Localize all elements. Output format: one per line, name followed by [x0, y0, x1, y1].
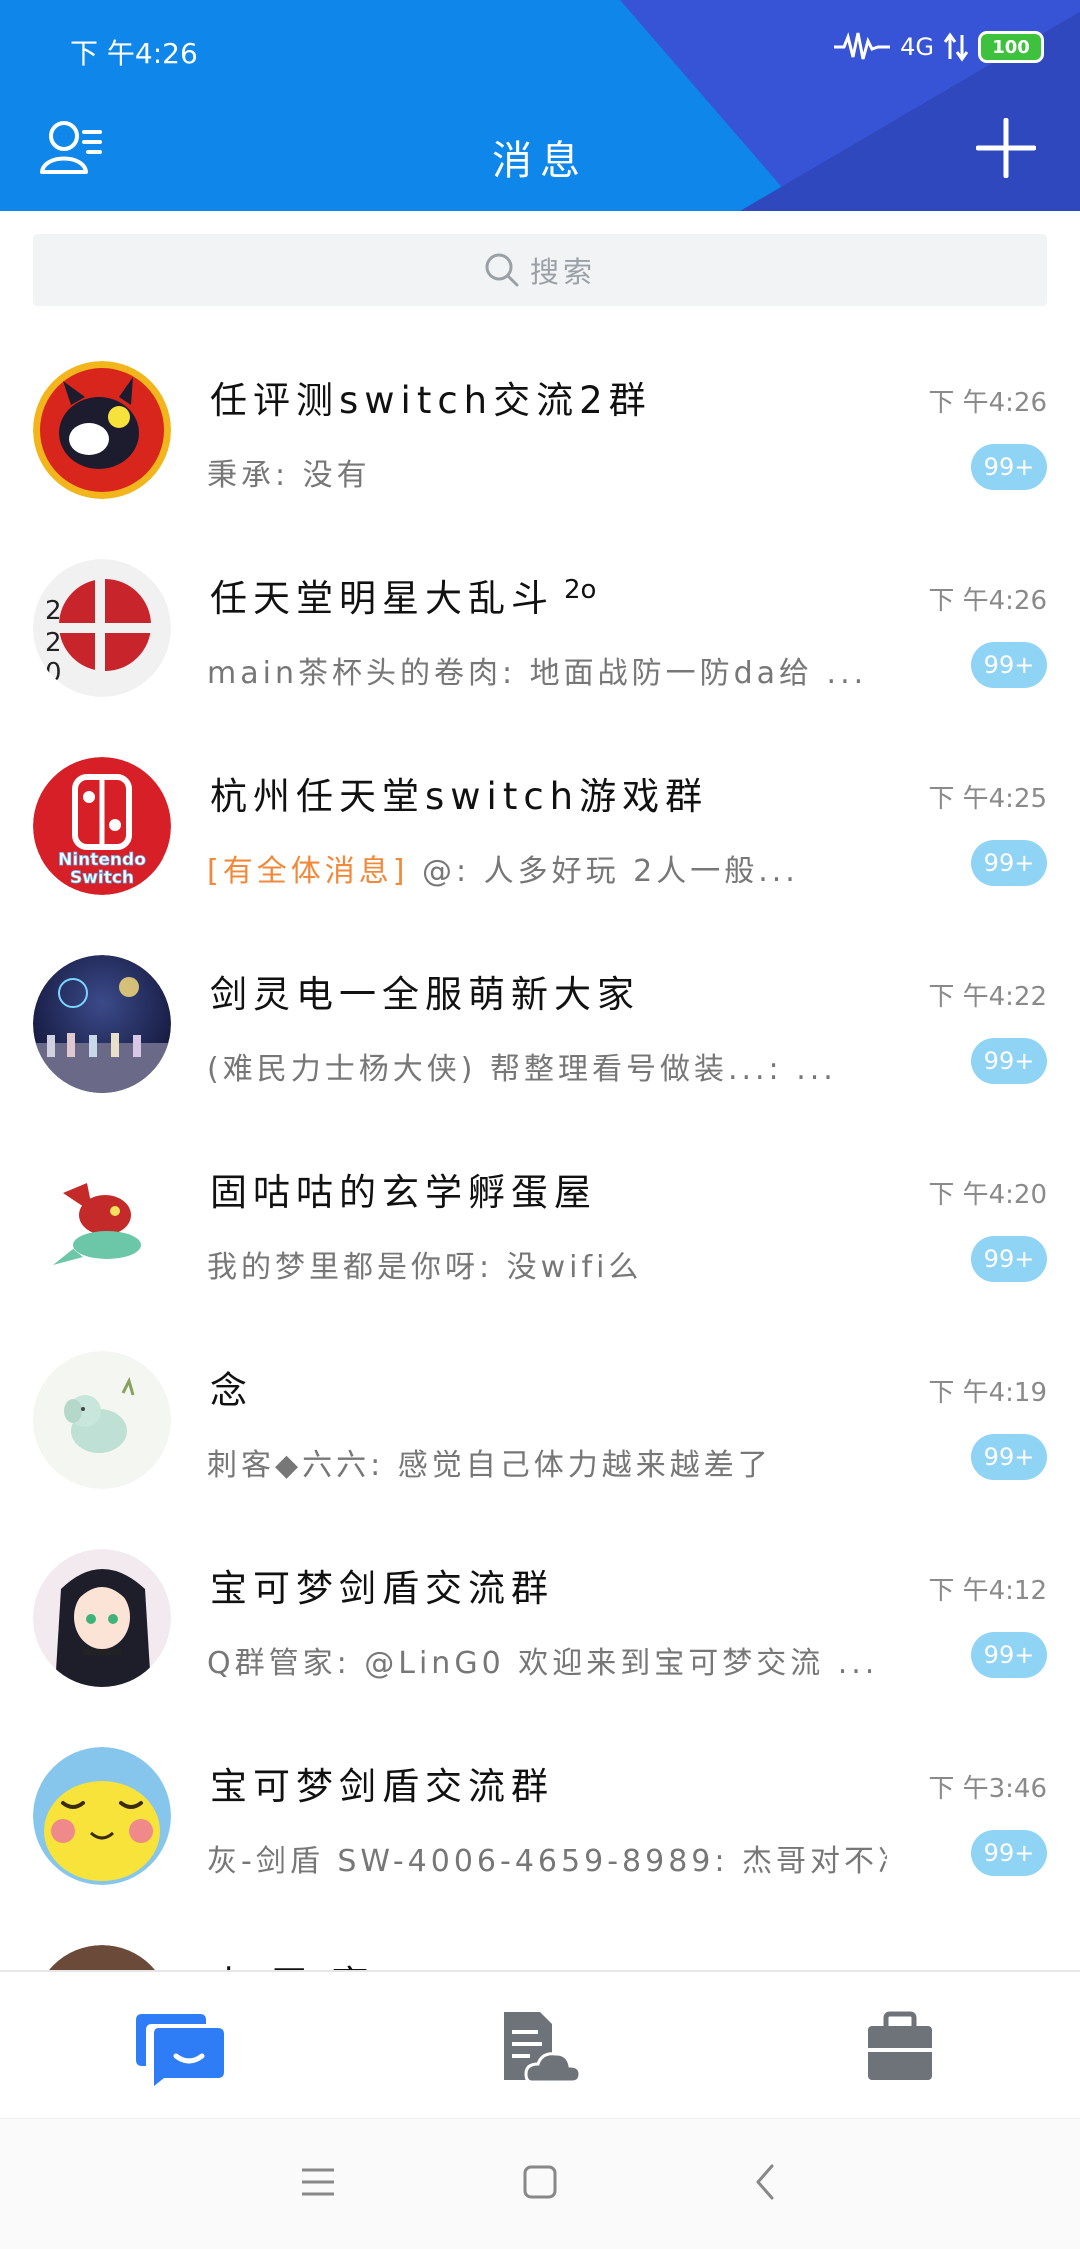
chat-time: 下 午3:46 — [928, 1774, 1047, 1804]
briefcase-icon[interactable] — [850, 2010, 950, 2086]
network-type: 4G — [900, 33, 934, 61]
chat-item[interactable]: 剑灵电一全服萌新大家 下 午4:22 (难民力士杨大侠) 帮整理看号做装...:… — [0, 934, 1080, 1132]
avatar: Nintendo Switch — [33, 757, 171, 895]
chat-item[interactable]: 2 2 0 任天堂明星大乱斗 2o 下 午4:26 main茶杯头的卷肉: 地面战… — [0, 538, 1080, 736]
unread-badge: 99+ — [971, 642, 1047, 688]
chat-time: 下 午4:22 — [928, 982, 1047, 1012]
unread-badge: 99+ — [971, 1236, 1047, 1282]
chat-preview: 秉承: 没有 — [207, 458, 371, 493]
chat-name-text: 任天堂明星大乱斗 — [210, 577, 554, 620]
svg-text:Nintendo: Nintendo — [58, 850, 146, 870]
svg-text:0: 0 — [45, 658, 62, 688]
chat-name-suffix: 2o — [564, 574, 597, 605]
chat-time: 下 午4:12 — [928, 1576, 1047, 1606]
avatar — [33, 1351, 171, 1489]
chat-time: 下 午4:20 — [928, 1180, 1047, 1210]
svg-text:2: 2 — [45, 628, 62, 658]
home-icon[interactable] — [522, 2164, 558, 2200]
svg-text:2: 2 — [45, 596, 62, 626]
search-placeholder: 搜索 — [529, 255, 596, 289]
battery-icon: 100 — [978, 31, 1044, 63]
chat-item[interactable]: 宝可梦剑盾交流群 下 午4:12 Q群管家: @LinG0 欢迎来到宝可梦交流 … — [0, 1528, 1080, 1726]
chat-time: 下 午4:26 — [928, 388, 1047, 418]
chat-name: 固咕咕的玄学孵蛋屋 — [210, 1171, 597, 1214]
chat-preview: (难民力士杨大侠) 帮整理看号做装...: ... — [207, 1052, 837, 1087]
bottom-tab-bar — [0, 1970, 1080, 2120]
page-title: 消息 — [492, 138, 588, 184]
avatar — [33, 1153, 171, 1291]
cloud-document-icon[interactable] — [490, 2010, 590, 2086]
unread-badge: 99+ — [971, 840, 1047, 886]
search-icon — [485, 253, 519, 287]
chat-time: 下 午4:25 — [928, 784, 1047, 814]
chat-name: 任评测switch交流2群 — [210, 379, 652, 422]
system-nav-bar — [0, 2118, 1080, 2249]
chat-name: 任天堂明星大乱斗 2o — [210, 568, 596, 622]
unread-badge: 99+ — [971, 1434, 1047, 1480]
chat-name: 宝可梦剑盾交流群 — [210, 1567, 554, 1610]
back-icon[interactable] — [748, 2164, 784, 2200]
chat-preview: Q群管家: @LinG0 欢迎来到宝可梦交流 ... — [207, 1646, 879, 1681]
chat-name: 杭州任天堂switch游戏群 — [210, 775, 709, 818]
chat-preview: 我的梦里都是你呀: 没wifi么 — [207, 1250, 643, 1285]
chat-item[interactable]: 任评测switch交流2群 下 午4:26 秉承: 没有 99+ — [0, 340, 1080, 538]
chat-preview-text: @: 人多好玩 2人一般... — [421, 854, 799, 889]
avatar — [33, 361, 171, 499]
status-icons: 4G 100 — [834, 26, 1044, 68]
battery-level: 100 — [992, 36, 1030, 58]
chat-item[interactable]: 固咕咕的玄学孵蛋屋 下 午4:20 我的梦里都是你呀: 没wifi么 99+ — [0, 1132, 1080, 1330]
mention-tag: [有全体消息] — [207, 854, 409, 889]
chat-name: 宝可梦剑盾交流群 — [210, 1765, 554, 1808]
unread-badge: 99+ — [971, 1830, 1047, 1876]
avatar — [33, 1747, 171, 1885]
chat-item[interactable]: 念 下 午4:19 刺客◆六六: 感觉自己体力越来越差了 99+ — [0, 1330, 1080, 1528]
chat-list: 任评测switch交流2群 下 午4:26 秉承: 没有 99+ 2 2 0 任… — [0, 340, 1080, 2122]
app-header: 下 午4:26 4G 100 消息 — [0, 0, 1080, 211]
unread-badge: 99+ — [971, 444, 1047, 490]
avatar: 2 2 0 — [33, 559, 171, 697]
chat-preview: main茶杯头的卷肉: 地面战防一防da给 ... — [207, 656, 868, 691]
chat-preview: 灰-剑盾 SW-4006-4659-8989: 杰哥对不准 — [207, 1844, 887, 1879]
unread-badge: 99+ — [971, 1038, 1047, 1084]
menu-icon[interactable] — [300, 2164, 336, 2200]
chat-name: 剑灵电一全服萌新大家 — [210, 973, 640, 1016]
svg-text:Switch: Switch — [70, 868, 134, 888]
chat-preview: [有全体消息] @: 人多好玩 2人一般... — [207, 846, 887, 890]
status-time: 下 午4:26 — [70, 37, 198, 70]
chat-bubble-icon[interactable] — [130, 2010, 230, 2086]
search-input[interactable]: 搜索 — [33, 234, 1047, 306]
chat-name: 念 — [210, 1369, 253, 1412]
unread-badge: 99+ — [971, 1632, 1047, 1678]
chat-time: 下 午4:26 — [928, 586, 1047, 616]
chat-item[interactable]: 宝可梦剑盾交流群 下 午3:46 灰-剑盾 SW-4006-4659-8989:… — [0, 1726, 1080, 1924]
chat-item[interactable]: Nintendo Switch 杭州任天堂switch游戏群 下 午4:25 [… — [0, 736, 1080, 934]
signal-wave-icon — [834, 32, 891, 60]
avatar — [33, 1549, 171, 1687]
avatar — [33, 955, 171, 1093]
chat-time: 下 午4:19 — [928, 1378, 1047, 1408]
plus-icon[interactable] — [976, 118, 1036, 178]
chat-preview: 刺客◆六六: 感觉自己体力越来越差了 — [207, 1448, 772, 1483]
data-arrows-icon — [944, 32, 968, 62]
